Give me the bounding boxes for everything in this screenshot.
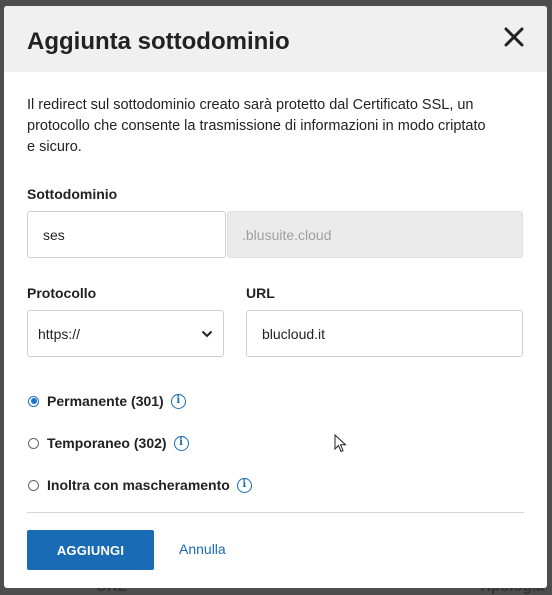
- dialog-header: Aggiunta sottodominio: [4, 6, 547, 72]
- domain-suffix: .blusuite.cloud: [227, 211, 523, 258]
- close-button[interactable]: [501, 24, 527, 50]
- radio-permanent-label: Permanente (301): [47, 393, 164, 409]
- domain-suffix-text: .blusuite.cloud: [242, 226, 332, 243]
- protocol-selected-value: https://: [38, 325, 81, 342]
- subdomain-label: Sottodominio: [27, 186, 118, 202]
- radio-masked-forward-label: Inoltra con mascheramento: [47, 477, 230, 493]
- mouse-cursor-icon: [334, 434, 347, 453]
- url-input[interactable]: [246, 310, 523, 357]
- dialog-title: Aggiunta sottodominio: [27, 28, 290, 55]
- cancel-link[interactable]: Annulla: [179, 541, 226, 557]
- add-subdomain-dialog: Aggiunta sottodominio Il redirect sul so…: [4, 6, 547, 588]
- info-icon[interactable]: i: [236, 477, 252, 493]
- url-label: URL: [246, 285, 275, 301]
- protocol-label: Protocollo: [27, 285, 97, 301]
- radio-button[interactable]: [28, 437, 39, 449]
- radio-button-checked[interactable]: [28, 395, 39, 407]
- protocol-select[interactable]: https://: [27, 310, 224, 357]
- dialog-description: Il redirect sul sottodominio creato sarà…: [27, 97, 486, 155]
- radio-button[interactable]: [28, 479, 39, 491]
- subdomain-input[interactable]: [27, 211, 226, 258]
- add-button[interactable]: AGGIUNGI: [27, 530, 154, 570]
- chevron-down-icon: [201, 330, 213, 337]
- radio-temporary-label: Temporaneo (302): [47, 435, 167, 451]
- info-icon[interactable]: i: [173, 435, 189, 451]
- radio-masked-forward[interactable]: Inoltra con mascheramento i: [28, 477, 252, 493]
- info-icon[interactable]: i: [170, 393, 186, 409]
- radio-permanent[interactable]: Permanente (301) i: [28, 393, 186, 409]
- divider: [27, 512, 524, 513]
- close-icon: [504, 27, 524, 47]
- radio-temporary[interactable]: Temporaneo (302) i: [28, 435, 189, 451]
